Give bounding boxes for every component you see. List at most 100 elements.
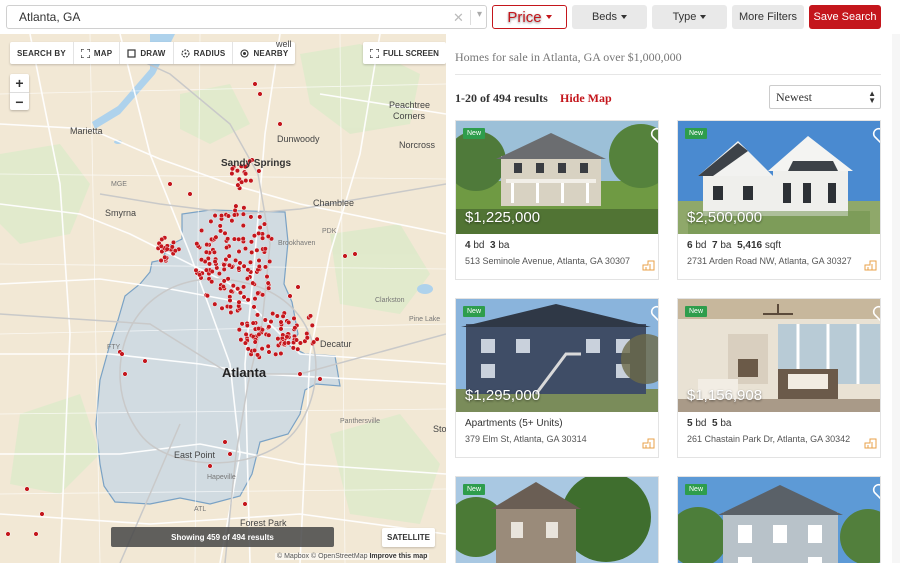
listing-card[interactable]: New: [455, 476, 659, 563]
map-pin[interactable]: [266, 349, 272, 355]
map-pin[interactable]: [234, 168, 240, 174]
map-pin[interactable]: [241, 205, 247, 211]
map-pin[interactable]: [252, 81, 258, 87]
map-pin[interactable]: [278, 326, 284, 332]
map-pin[interactable]: [252, 296, 258, 302]
map-pin[interactable]: [259, 346, 265, 352]
listing-card[interactable]: New $1,295,000 Apartments (5+ Units) 379…: [455, 298, 659, 458]
map-pin[interactable]: [262, 246, 268, 252]
map-pin[interactable]: [236, 327, 242, 333]
map-pin[interactable]: [304, 331, 310, 337]
map-pin[interactable]: [273, 351, 279, 357]
map-pin[interactable]: [233, 257, 239, 263]
map-pin[interactable]: [262, 264, 269, 270]
map-pin[interactable]: [236, 299, 242, 305]
map-pin[interactable]: [212, 259, 218, 265]
map-pin[interactable]: [237, 290, 243, 296]
map-pin[interactable]: [261, 221, 268, 227]
zoom-in-button[interactable]: +: [10, 74, 29, 92]
map-pin[interactable]: [172, 248, 178, 254]
map-pin[interactable]: [249, 249, 255, 255]
map-pin[interactable]: [247, 259, 254, 265]
search-input[interactable]: [7, 6, 447, 28]
map-pin[interactable]: [162, 254, 168, 260]
map-pin[interactable]: [222, 439, 228, 445]
map-pin[interactable]: [225, 276, 231, 282]
map-pin[interactable]: [293, 337, 300, 343]
location-search[interactable]: ✕ ▾: [6, 5, 487, 29]
map-pin[interactable]: [209, 268, 215, 275]
map-pin[interactable]: [297, 340, 303, 346]
map-pin[interactable]: [5, 531, 11, 537]
map-pin[interactable]: [256, 326, 262, 332]
map-pin[interactable]: [219, 305, 225, 311]
listing-photo[interactable]: New $2,500,000: [678, 121, 880, 234]
map-pin[interactable]: [212, 301, 218, 307]
results-scrollbar[interactable]: [892, 34, 900, 563]
save-search-button[interactable]: Save Search: [809, 5, 881, 29]
map-pin[interactable]: [187, 191, 193, 197]
map-pin[interactable]: [236, 248, 242, 255]
map-pin[interactable]: [217, 223, 223, 229]
listing-photo[interactable]: New: [456, 477, 658, 563]
map-pin[interactable]: [245, 297, 251, 303]
map-pin[interactable]: [233, 203, 239, 209]
map-pin[interactable]: [203, 249, 209, 255]
map-pin[interactable]: [290, 345, 296, 351]
map-pin[interactable]: [197, 272, 203, 278]
map-pin[interactable]: [158, 257, 164, 264]
map-pin[interactable]: [220, 284, 226, 290]
map-pin[interactable]: [243, 171, 249, 177]
map-pin[interactable]: [227, 297, 233, 304]
map-pin[interactable]: [243, 331, 249, 337]
map-pin[interactable]: [232, 207, 238, 213]
map-pin[interactable]: [270, 311, 276, 317]
map-pin[interactable]: [242, 340, 248, 346]
map-pin[interactable]: [241, 294, 247, 300]
map-pin[interactable]: [236, 265, 242, 271]
map-pin[interactable]: [307, 313, 314, 319]
map-pin[interactable]: [231, 212, 238, 218]
map-pin[interactable]: [241, 263, 247, 269]
map-pin[interactable]: [256, 230, 262, 236]
map-pin[interactable]: [266, 324, 272, 330]
map-pin[interactable]: [342, 253, 348, 259]
type-filter-button[interactable]: Type: [652, 5, 727, 29]
map-pin[interactable]: [229, 218, 235, 224]
map-pin[interactable]: [245, 267, 251, 273]
map-pin[interactable]: [226, 262, 233, 268]
radius-tool-button[interactable]: RADIUS: [172, 42, 233, 64]
map-pin[interactable]: [352, 251, 358, 257]
map-pin[interactable]: [164, 246, 170, 252]
map-pin[interactable]: [236, 236, 242, 242]
sort-select[interactable]: Newest ▲ ▼: [769, 85, 881, 109]
map-pin[interactable]: [317, 376, 323, 382]
map-pin[interactable]: [24, 486, 30, 492]
hide-map-link[interactable]: Hide Map: [560, 91, 612, 106]
map-pin[interactable]: [274, 313, 280, 319]
map-pin[interactable]: [229, 171, 235, 177]
map-pin[interactable]: [297, 371, 303, 377]
draw-tool-button[interactable]: DRAW: [119, 42, 172, 64]
map-pin[interactable]: [256, 257, 262, 264]
map-pin[interactable]: [206, 261, 213, 267]
map-pin[interactable]: [203, 267, 209, 273]
map-pin[interactable]: [239, 321, 245, 327]
map-pin[interactable]: [278, 350, 284, 357]
map-pin[interactable]: [213, 234, 219, 240]
map-pin[interactable]: [266, 285, 272, 291]
map-pin[interactable]: [248, 178, 254, 184]
map-tool-button[interactable]: MAP: [72, 42, 119, 64]
map-pin[interactable]: [248, 214, 254, 220]
map-pin[interactable]: [207, 463, 213, 469]
map-pin[interactable]: [204, 242, 210, 248]
close-icon[interactable]: ✕: [453, 10, 464, 26]
map-pin[interactable]: [39, 511, 45, 517]
listing-card[interactable]: New $1,156,908 5 bd 5 ba 261 Chastain Pa…: [677, 298, 881, 458]
map-pin[interactable]: [225, 213, 231, 219]
improve-map-link[interactable]: Improve this map: [369, 553, 427, 560]
map-pin[interactable]: [244, 276, 250, 282]
map-pin[interactable]: [244, 322, 250, 329]
map-pin[interactable]: [250, 320, 256, 326]
map-pin[interactable]: [242, 246, 249, 252]
